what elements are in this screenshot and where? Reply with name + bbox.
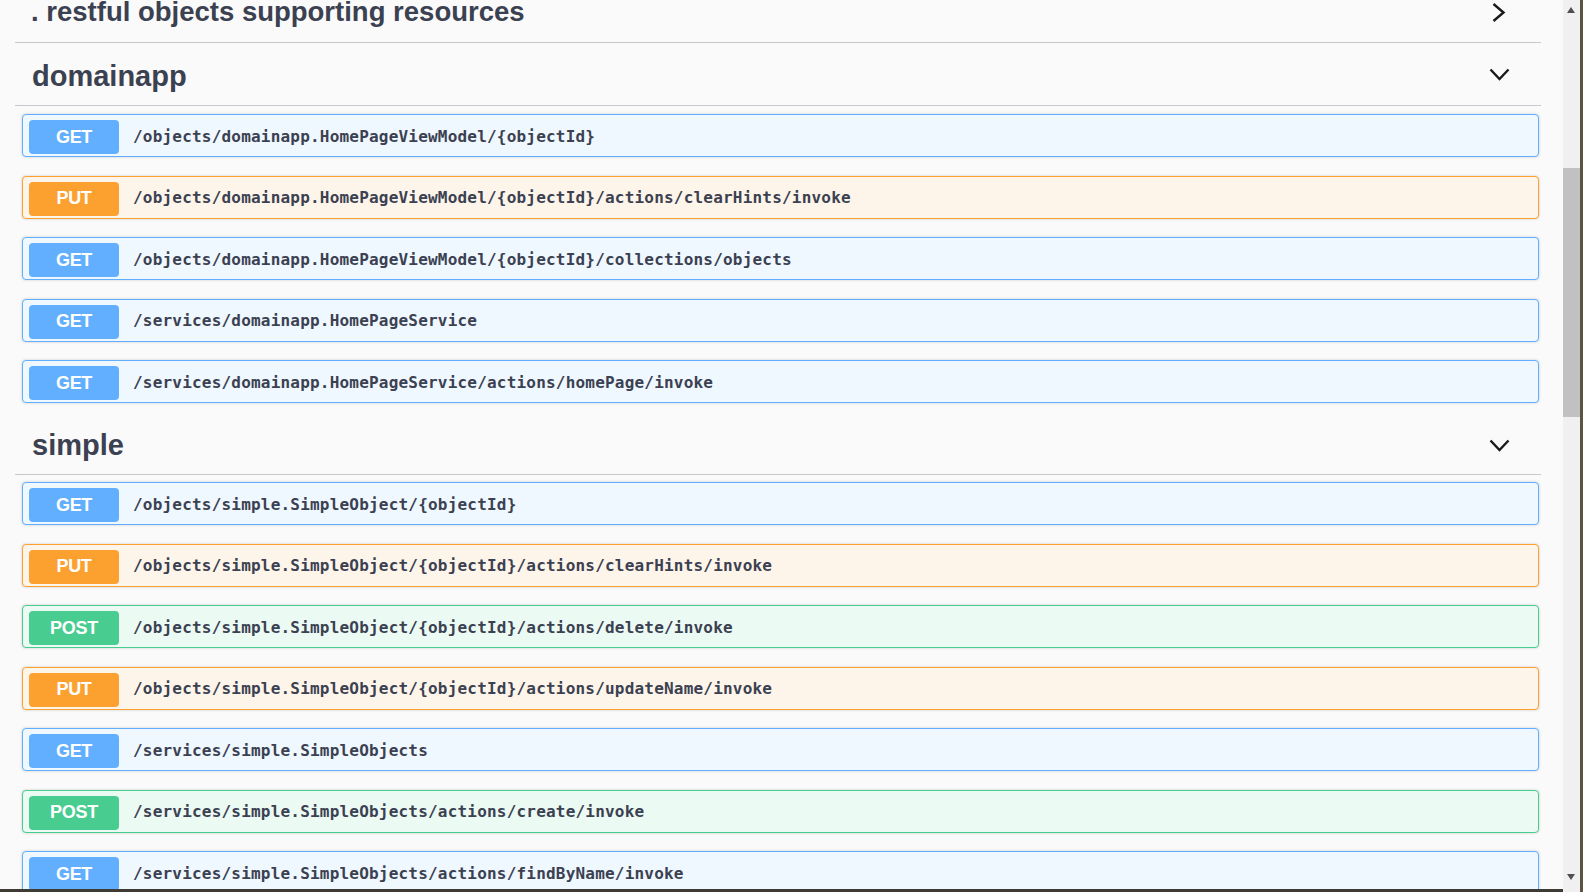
method-badge: GET (29, 857, 119, 891)
endpoint-path: /objects/domainapp.HomePageViewModel/{ob… (133, 188, 851, 207)
endpoint-path: /objects/simple.SimpleObject/{objectId}/… (133, 556, 772, 575)
method-badge: PUT (29, 550, 119, 584)
method-badge: GET (29, 305, 119, 339)
method-badge: GET (29, 366, 119, 400)
chevron-right-icon[interactable] (1491, 2, 1506, 23)
opblock-get[interactable]: GET/objects/domainapp.HomePageViewModel/… (22, 237, 1539, 280)
endpoint-path: /services/simple.SimpleObjects/actions/f… (133, 863, 684, 882)
method-badge: GET (29, 243, 119, 277)
divider (15, 105, 1541, 106)
method-badge: GET (29, 488, 119, 522)
tag-section-header-domainapp[interactable]: domainapp (32, 59, 187, 94)
chevron-down-icon[interactable] (1489, 68, 1511, 82)
endpoint-path: /services/simple.SimpleObjects (133, 740, 428, 759)
method-badge: PUT (29, 182, 119, 216)
scrollbar-track[interactable] (1563, 0, 1580, 892)
method-badge: POST (29, 796, 119, 830)
scrollbar-up-icon[interactable] (1567, 7, 1575, 13)
chevron-down-icon[interactable] (1489, 439, 1511, 453)
opblock-post[interactable]: POST/services/simple.SimpleObjects/actio… (22, 790, 1539, 833)
opblock-put[interactable]: PUT/objects/simple.SimpleObject/{objectI… (22, 544, 1539, 587)
scrollbar-thumb[interactable] (1563, 168, 1580, 417)
endpoint-path: /services/domainapp.HomePageService/acti… (133, 372, 713, 391)
opblock-get[interactable]: GET/services/simple.SimpleObjects/action… (22, 851, 1539, 892)
endpoint-path: /objects/simple.SimpleObject/{objectId} (133, 494, 516, 513)
divider (15, 474, 1541, 475)
opblock-get[interactable]: GET/services/simple.SimpleObjects (22, 728, 1539, 771)
endpoint-path: /services/domainapp.HomePageService (133, 311, 477, 330)
method-badge: GET (29, 120, 119, 154)
endpoint-path: /objects/simple.SimpleObject/{objectId}/… (133, 679, 772, 698)
divider (15, 42, 1541, 43)
opblock-get[interactable]: GET/objects/domainapp.HomePageViewModel/… (22, 114, 1539, 157)
endpoint-path: /services/simple.SimpleObjects/actions/c… (133, 802, 644, 821)
opblock-get[interactable]: GET/objects/simple.SimpleObject/{objectI… (22, 482, 1539, 525)
method-badge: PUT (29, 673, 119, 707)
endpoint-path: /objects/domainapp.HomePageViewModel/{ob… (133, 249, 792, 268)
opblock-put[interactable]: PUT/objects/simple.SimpleObject/{objectI… (22, 667, 1539, 710)
method-badge: GET (29, 734, 119, 768)
scrollbar-down-icon[interactable] (1567, 874, 1575, 880)
opblock-post[interactable]: POST/objects/simple.SimpleObject/{object… (22, 605, 1539, 648)
method-badge: POST (29, 611, 119, 645)
opblock-get[interactable]: GET/services/domainapp.HomePageService/a… (22, 360, 1539, 403)
opblock-put[interactable]: PUT/objects/domainapp.HomePageViewModel/… (22, 176, 1539, 219)
collapsed-section-title[interactable]: . restful objects supporting resources (31, 0, 525, 28)
endpoint-path: /objects/simple.SimpleObject/{objectId}/… (133, 617, 733, 636)
opblock-get[interactable]: GET/services/domainapp.HomePageService (22, 299, 1539, 342)
endpoint-path: /objects/domainapp.HomePageViewModel/{ob… (133, 126, 595, 145)
tag-section-header-simple[interactable]: simple (32, 428, 124, 463)
